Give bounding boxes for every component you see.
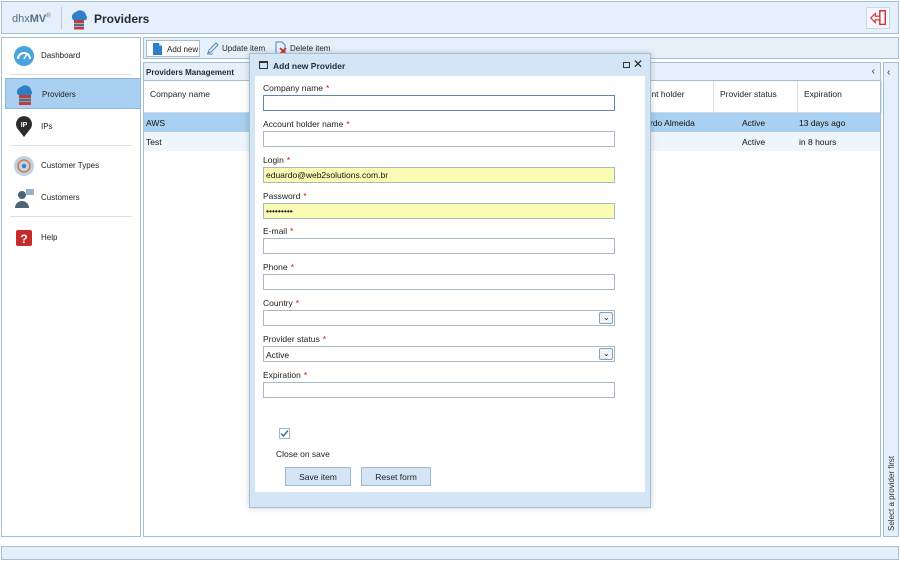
company-name-label: Company name * [263, 83, 330, 93]
reset-form-button[interactable]: Reset form [361, 467, 431, 486]
sidebar-item-help[interactable]: ? Help [5, 222, 141, 253]
svg-text:?: ? [20, 232, 27, 246]
chevron-down-icon[interactable]: ⌄ [599, 348, 613, 360]
customers-icon [15, 189, 34, 208]
cell-company: AWS [146, 118, 166, 128]
company-name-field[interactable] [263, 95, 615, 111]
add-document-icon [153, 43, 162, 55]
account-holder-label: Account holder name * [263, 119, 350, 129]
window-icon [259, 61, 268, 69]
password-label: Password * [263, 191, 307, 201]
page-title: Providers [94, 12, 150, 26]
cell-expiration: in 8 hours [799, 137, 837, 147]
dialog-title: Add new Provider [273, 61, 346, 71]
sidebar-divider [10, 216, 132, 217]
password-field[interactable] [263, 203, 615, 219]
expiration-field[interactable] [263, 382, 615, 398]
sidebar-item-customers[interactable]: Customers [5, 182, 141, 213]
column-header-company-name[interactable]: Company name [144, 81, 264, 113]
column-header-account-holder[interactable]: ount holder e [640, 81, 714, 113]
expiration-label: Expiration * [263, 370, 308, 380]
close-icon[interactable]: ✕ [633, 57, 643, 71]
sidebar-divider [10, 145, 132, 146]
sidebar-divider [10, 74, 132, 75]
sidebar: Dashboard Providers IP IPs Customer Type… [1, 37, 141, 537]
country-label: Country * [263, 298, 300, 308]
sidebar-item-providers[interactable]: Providers [5, 78, 141, 109]
brand-divider [61, 7, 62, 29]
svg-text:IP: IP [21, 122, 28, 129]
sidebar-item-label: Customers [41, 193, 80, 202]
details-panel-collapsed[interactable]: ‹ Select a provider first [883, 62, 899, 537]
sidebar-item-label: IPs [41, 122, 53, 131]
save-item-button[interactable]: Save item [285, 467, 351, 486]
country-select[interactable]: ⌄ [263, 310, 615, 326]
logout-icon [869, 10, 886, 26]
cell-expiration: 13 days ago [799, 118, 846, 128]
providers-cloud-icon [16, 85, 32, 105]
cell-company: Test [146, 137, 162, 147]
maximize-icon[interactable] [623, 62, 630, 68]
expand-chevron-icon[interactable]: ‹ [887, 67, 890, 78]
login-label: Login * [263, 155, 291, 165]
add-new-button[interactable]: Add new [146, 40, 200, 57]
dialog-form: Company name * Account holder name * Login… [255, 76, 645, 492]
chevron-down-icon[interactable]: ⌄ [599, 312, 613, 324]
edit-pencil-icon [207, 42, 219, 55]
sidebar-item-label: Dashboard [41, 51, 81, 60]
sidebar-item-label: Providers [42, 90, 76, 99]
grid-title: Providers Management [146, 68, 235, 77]
provider-status-label: Provider status * [263, 334, 327, 344]
details-panel-hint: Select a provider first [887, 455, 896, 531]
close-on-save-label: Close on save [276, 449, 330, 459]
sidebar-item-ips[interactable]: IP IPs [5, 111, 141, 142]
top-bar: dhxMV® Providers [1, 1, 899, 34]
dialog-header[interactable]: Add new Provider ✕ [250, 54, 650, 76]
help-icon: ? [16, 230, 32, 246]
cell-status: Active [742, 118, 766, 128]
phone-field[interactable] [263, 274, 615, 290]
cell-status: Active [742, 137, 766, 147]
column-header-expiration[interactable]: Expiration [798, 81, 882, 113]
status-bar [1, 546, 899, 560]
ip-pin-icon: IP [16, 116, 32, 137]
sidebar-item-label: Help [41, 233, 58, 242]
column-header-provider-status[interactable]: Provider status [714, 81, 798, 113]
email-field[interactable] [263, 238, 615, 254]
add-provider-dialog: Add new Provider ✕ Company name * Account… [249, 53, 651, 508]
providers-cloud-icon [71, 10, 87, 30]
logout-button[interactable] [866, 7, 890, 29]
phone-label: Phone * [263, 262, 294, 272]
sidebar-item-customer-types[interactable]: Customer Types [5, 150, 141, 181]
account-holder-field[interactable] [263, 131, 615, 147]
sidebar-item-dashboard[interactable]: Dashboard [5, 40, 141, 71]
close-on-save-checkbox[interactable] [279, 428, 290, 439]
login-field[interactable] [263, 167, 615, 183]
email-label: E-mail * [263, 226, 294, 236]
collapse-chevron-icon[interactable]: ‹ [872, 66, 875, 77]
provider-status-select[interactable]: Active ⌄ [263, 346, 615, 362]
sidebar-item-label: Customer Types [41, 161, 100, 170]
brand-logo: dhxMV® [12, 13, 51, 25]
customer-types-icon [14, 156, 34, 176]
dashboard-icon [14, 46, 34, 66]
cell-holder: rdo Almeida [650, 118, 695, 128]
